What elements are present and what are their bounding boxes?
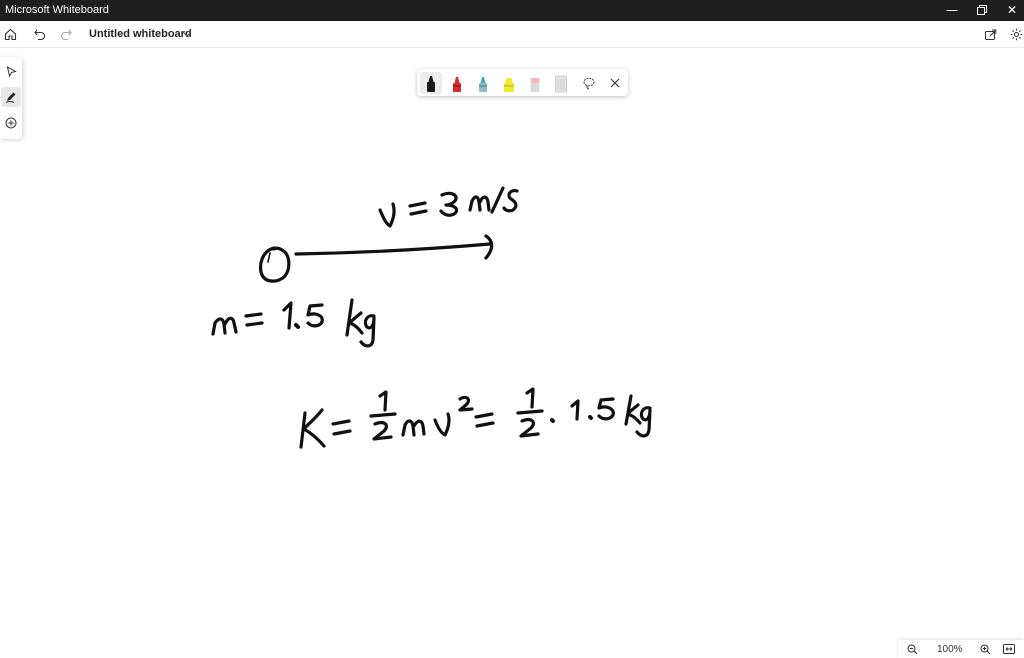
fit-to-screen-icon: [1003, 644, 1015, 654]
zoom-controls: 100%: [898, 640, 1024, 658]
zoom-in-button[interactable]: [976, 640, 994, 658]
zoom-out-icon: [907, 644, 917, 654]
whiteboard-canvas[interactable]: [0, 0, 1024, 640]
zoom-in-icon: [980, 644, 990, 654]
ink-energy-text: [299, 387, 652, 449]
ink-velocity-text: [378, 186, 519, 228]
ink-ball-circle: [258, 246, 291, 283]
ink-mass-text: [211, 298, 376, 348]
zoom-percentage[interactable]: 100%: [937, 644, 963, 655]
ink-ball-mark: [267, 252, 271, 263]
fit-to-screen-button[interactable]: [1000, 640, 1018, 658]
ink-arrow-line: [294, 242, 492, 256]
zoom-out-button[interactable]: [903, 640, 921, 658]
ink-arrow-head: [484, 234, 494, 260]
